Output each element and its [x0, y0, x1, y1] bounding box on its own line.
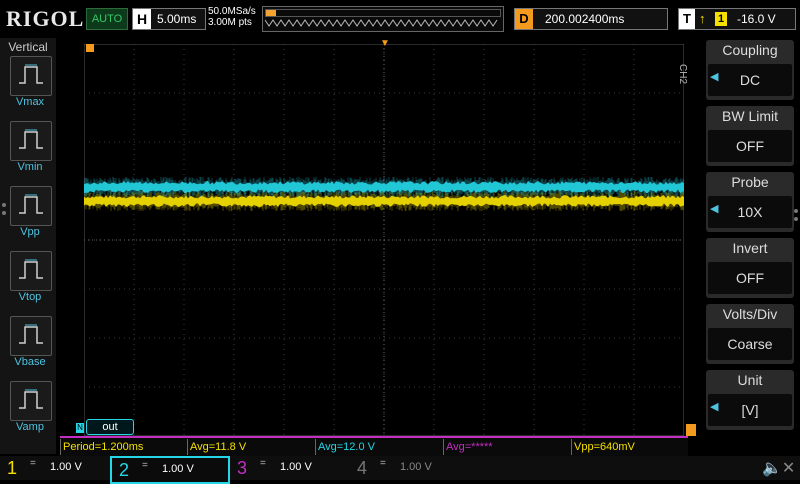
rising-edge-icon: ↑	[699, 11, 706, 26]
menu-title: BW Limit	[722, 108, 778, 124]
trigger-source: 1	[715, 12, 727, 26]
menu-unit[interactable]: Unit [V] ◀	[706, 370, 794, 430]
channel-scale: 1.00 V	[280, 461, 312, 473]
vbase-icon[interactable]	[10, 316, 52, 356]
measure-label-vmax: Vmax	[15, 96, 45, 108]
trigger-position-marker	[86, 44, 94, 52]
trigger-box[interactable]: T ↑ 1 -16.0 V	[678, 8, 796, 30]
trace-label[interactable]: out	[86, 419, 134, 435]
channel-3-status[interactable]: 3 = 1.00 V	[230, 456, 338, 480]
delay-key: D	[515, 9, 533, 29]
vtop-icon[interactable]	[10, 251, 52, 291]
channel-1-status[interactable]: 1 = 1.00 V	[0, 456, 108, 480]
measure-panel-title: Vertical	[8, 40, 48, 54]
measure-label-vpp: Vpp	[20, 226, 40, 238]
delay-value: 200.002400ms	[545, 12, 625, 26]
menu-title: Volts/Div	[722, 306, 778, 322]
menu-value: 10X	[708, 196, 792, 228]
vpp-icon[interactable]	[10, 186, 52, 226]
sample-rate: 50.0MSa/s	[208, 6, 256, 17]
timebase-value: 5.00ms	[157, 12, 197, 26]
select-arrow-icon: ◀	[710, 401, 719, 413]
panel-dot	[2, 211, 6, 215]
channel-number: 4	[356, 458, 367, 478]
channel-number: 2	[118, 460, 129, 480]
memory-window-marker[interactable]	[266, 10, 276, 16]
ch2-ground-marker[interactable]: N	[76, 423, 84, 433]
panel-dot	[2, 203, 6, 207]
menu-coupling[interactable]: Coupling DC ◀	[706, 40, 794, 100]
coupling-icon: =	[142, 460, 148, 471]
vamp-icon[interactable]	[10, 381, 52, 421]
trigger-level: -16.0 V	[737, 12, 776, 26]
menu-title: Unit	[737, 372, 763, 388]
channel-scale: 1.00 V	[162, 463, 194, 475]
timebase-box[interactable]: H 5.00ms	[132, 8, 206, 30]
select-arrow-icon: ◀	[710, 203, 719, 215]
channel-number: 1	[6, 458, 17, 478]
memory-depth: 3.00M pts	[208, 17, 252, 28]
measurement-item[interactable]: Vpp=640mV	[571, 439, 698, 455]
waveform-display[interactable]	[84, 44, 684, 436]
measurement-item[interactable]: Avg=*****	[443, 439, 570, 455]
measurement-item[interactable]: Period=1.200ms	[60, 439, 187, 455]
measure-label-vtop: Vtop	[18, 291, 42, 303]
memory-overview-strip[interactable]	[262, 6, 504, 32]
menu-value: OFF	[708, 262, 792, 294]
menu-value: DC	[708, 64, 792, 96]
menu-volts-div[interactable]: Volts/Div Coarse	[706, 304, 794, 364]
channel-number: 3	[236, 458, 247, 478]
speaker-muted-icon[interactable]: 🔈✕	[762, 458, 795, 478]
measure-label-vmin: Vmin	[17, 161, 43, 173]
channel-menu: Coupling DC ◀ BW Limit OFF Probe 10X ◀ Invert OFF…	[698, 38, 800, 454]
trigger-level-marker[interactable]	[686, 424, 696, 436]
channel-scale: 1.00 V	[400, 461, 432, 473]
acquisition-info: 50.0MSa/s 3.00M pts	[208, 6, 256, 28]
brand-logo: RIGOL	[6, 6, 85, 31]
menu-title: Coupling	[722, 42, 778, 58]
measurement-item[interactable]: Avg=12.0 V	[315, 439, 442, 455]
channel-tag: CH2	[677, 64, 688, 85]
channel-scale: 1.00 V	[50, 461, 82, 473]
menu-value: Coarse	[708, 328, 792, 360]
menu-probe[interactable]: Probe 10X ◀	[706, 172, 794, 232]
measure-label-vbase: Vbase	[14, 356, 46, 368]
menu-title: Invert	[732, 240, 768, 256]
vmax-icon[interactable]	[10, 56, 52, 96]
panel-dot	[794, 217, 798, 221]
menu-bw-limit[interactable]: BW Limit OFF	[706, 106, 794, 166]
center-trigger-marker: ▼	[380, 38, 390, 49]
menu-title: Probe	[731, 174, 769, 190]
menu-value: OFF	[708, 130, 792, 162]
coupling-icon: =	[380, 458, 386, 469]
menu-invert[interactable]: Invert OFF	[706, 238, 794, 298]
trigger-key: T	[679, 9, 695, 29]
channel-4-status[interactable]: 4 = 1.00 V	[350, 456, 458, 480]
measurement-item[interactable]: Avg=11.8 V	[187, 439, 314, 455]
measure-panel: Vertical Vmax Vmin Vpp Vtop Vbase Vamp	[0, 38, 56, 454]
measurement-bar: Period=1.200ms Avg=11.8 V Avg=12.0 V Avg=**…	[60, 436, 688, 456]
panel-dot	[794, 209, 798, 213]
channel-status-bar: 1 = 1.00 V 2 = 1.00 V 3 = 1.00 V 4 = 1.00 V	[0, 456, 800, 484]
measure-label-vamp: Vamp	[16, 421, 44, 433]
top-status-bar: RIGOL AUTO H 5.00ms 50.0MSa/s 3.00M pts …	[0, 0, 800, 38]
coupling-icon: =	[260, 458, 266, 469]
coupling-icon: =	[30, 458, 36, 469]
menu-value: [V]	[708, 394, 792, 426]
run-state-badge[interactable]: AUTO	[86, 8, 128, 30]
vmin-icon[interactable]	[10, 121, 52, 161]
select-arrow-icon: ◀	[710, 71, 719, 83]
delay-box[interactable]: D 200.002400ms	[514, 8, 668, 30]
horizontal-key: H	[133, 9, 151, 29]
memory-waveform-preview	[265, 19, 498, 27]
